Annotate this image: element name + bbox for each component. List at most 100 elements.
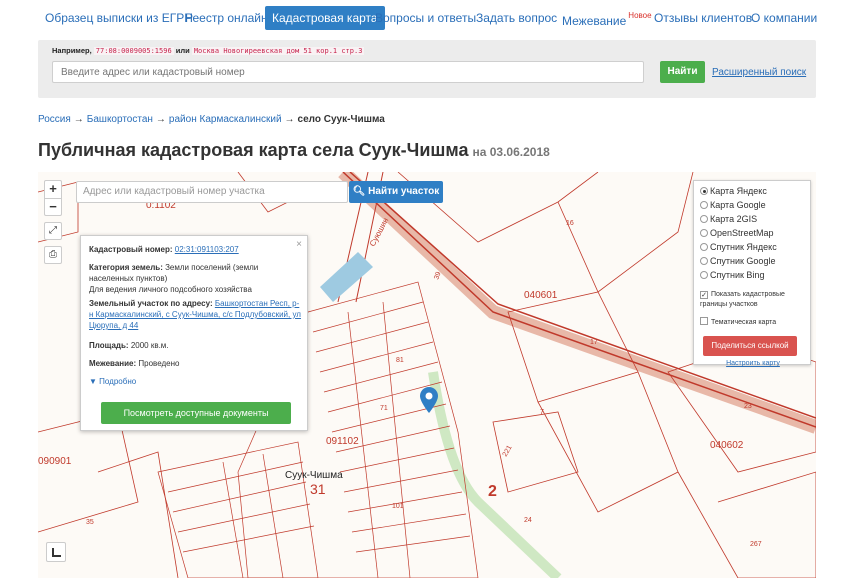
map-label-17: 17 xyxy=(590,339,598,346)
popup-address-row: Земельный участок по адресу: Башкортоста… xyxy=(89,298,301,331)
cadastral-map[interactable]: 0:1102 040601 040602 090901 091102 Суук-… xyxy=(38,172,816,578)
map-label-090901: 090901 xyxy=(38,456,72,467)
popup-more-label: Подробно xyxy=(99,377,137,386)
map-label-040601: 040601 xyxy=(524,290,558,301)
page-date: на 03.06.2018 xyxy=(472,145,550,159)
show-borders-checkbox[interactable]: ✓ Показать кадастровые границы участков xyxy=(700,289,806,309)
nav-egrn-sample[interactable]: Образец выписки из ЕГРН xyxy=(45,6,193,30)
stream xyxy=(428,371,562,578)
map-label-7: 7 xyxy=(540,409,544,416)
layer-label: Спутник Google xyxy=(710,256,776,266)
layer-yandex-satellite[interactable]: Спутник Яндекс xyxy=(700,241,777,254)
map-label-road: Суюшин xyxy=(368,216,391,248)
nav-reviews[interactable]: Отзывы клиентов xyxy=(654,6,752,30)
checkbox-icon xyxy=(700,317,708,325)
thematic-label: Тематическая карта xyxy=(711,319,777,326)
zoom-out-button[interactable]: − xyxy=(45,198,61,215)
radio-icon xyxy=(700,257,708,265)
map-label-24: 24 xyxy=(524,517,532,524)
radio-icon xyxy=(700,187,708,195)
address-search-input[interactable] xyxy=(52,61,644,83)
popup-usage: Для ведения личного подсобного хозяйства xyxy=(89,285,252,294)
breadcrumb: Россия → Башкортостан → район Кармаскалински… xyxy=(38,114,385,125)
fullscreen-icon: ⤢ xyxy=(49,225,57,236)
layer-label: Карта Яндекс xyxy=(710,186,767,196)
breadcrumb-current: село Суук-Чишма xyxy=(297,114,385,125)
radio-icon xyxy=(700,243,708,251)
popup-category-row: Категория земель: Земли поселений (земли… xyxy=(89,262,301,295)
popup-cad-link[interactable]: 02:31:091103:207 xyxy=(175,245,239,254)
map-label-040602: 040602 xyxy=(710,440,744,451)
corner-icon xyxy=(52,548,61,557)
nav-faq[interactable]: Вопросы и ответы xyxy=(375,6,476,30)
advanced-search-link[interactable]: Расширенный поиск xyxy=(712,67,806,78)
breadcrumb-sep: → xyxy=(284,114,295,125)
layer-label: Карта 2GIS xyxy=(710,214,758,224)
map-label-35: 35 xyxy=(86,519,94,526)
nav-registry-online[interactable]: Реестр онлайн xyxy=(185,6,268,30)
top-nav: Образец выписки из ЕГРН Реестр онлайн Ка… xyxy=(0,6,842,30)
popup-area-label: Площадь: xyxy=(89,341,129,350)
popup-survey-label: Межевание: xyxy=(89,359,137,368)
nav-land-survey-label: Межевание xyxy=(562,14,627,28)
breadcrumb-district[interactable]: район Кармаскалинский xyxy=(169,114,282,125)
popup-category-label: Категория земель: xyxy=(89,263,163,272)
layer-osm[interactable]: OpenStreetMap xyxy=(700,227,774,240)
radio-icon xyxy=(700,271,708,279)
caret-down-icon: ▼ xyxy=(89,377,97,386)
map-label-16: 16 xyxy=(566,220,574,227)
print-button[interactable]: ⎙ xyxy=(44,246,62,264)
map-corner-button[interactable] xyxy=(46,542,66,562)
zoom-in-button[interactable]: + xyxy=(45,181,61,198)
map-label-23: 23 xyxy=(744,403,752,410)
printer-icon: ⎙ xyxy=(49,249,57,260)
radio-icon xyxy=(700,229,708,237)
nav-cadastral-map[interactable]: Кадастровая карта xyxy=(265,6,385,30)
radio-icon xyxy=(700,201,708,209)
view-documents-button[interactable]: Посмотреть доступные документы xyxy=(101,402,291,424)
layer-2gis-map[interactable]: Карта 2GIS xyxy=(700,213,757,226)
share-link-button[interactable]: Поделиться ссылкой xyxy=(703,336,797,356)
search-panel: Например, 77:08:0009005:1596 или Москва … xyxy=(38,40,816,98)
map-label-31: 31 xyxy=(310,481,326,497)
find-parcel-button[interactable]: 🔍︎ Найти участок xyxy=(349,181,443,203)
example-or: или xyxy=(175,46,190,55)
popup-cad-row: Кадастровый номер: 02:31:091103:207 xyxy=(89,244,301,255)
breadcrumb-bashkortostan[interactable]: Башкортостан xyxy=(87,114,153,125)
layer-google-map[interactable]: Карта Google xyxy=(700,199,766,212)
zoom-control: + − xyxy=(44,180,62,216)
parcel-info-popup: × Кадастровый номер: 02:31:091103:207 Ка… xyxy=(80,235,308,431)
map-label-221: 221 xyxy=(502,444,514,458)
breadcrumb-russia[interactable]: Россия xyxy=(38,114,71,125)
page-title-text: Публичная кадастровая карта села Суук-Чи… xyxy=(38,140,469,160)
location-marker-icon[interactable] xyxy=(420,387,438,413)
layer-yandex-map[interactable]: Карта Яндекс xyxy=(700,185,767,198)
checkbox-checked-icon: ✓ xyxy=(700,291,708,299)
map-label-267: 267 xyxy=(750,541,762,548)
search-example: Например, 77:08:0009005:1596 или Москва … xyxy=(52,46,365,55)
thematic-map-checkbox[interactable]: Тематическая карта xyxy=(700,315,776,328)
popup-area-row: Площадь: 2000 кв.м. xyxy=(89,340,301,351)
map-label-2: 2 xyxy=(488,483,497,500)
example-code-2: Москва Новогиреевская дом 51 кор.1 стр.3 xyxy=(191,47,365,55)
layer-bing-satellite[interactable]: Спутник Bing xyxy=(700,269,764,282)
pond xyxy=(320,252,373,302)
breadcrumb-sep: → xyxy=(155,114,166,125)
map-label-81: 81 xyxy=(396,357,404,364)
layer-label: Спутник Bing xyxy=(710,270,765,280)
search-icon: 🔍︎ xyxy=(352,186,366,197)
search-button[interactable]: Найти xyxy=(660,61,705,83)
map-settings-link[interactable]: Настроить карту xyxy=(694,360,812,367)
map-search-input[interactable]: Адрес или кадастровый номер участка xyxy=(76,181,348,203)
layer-google-satellite[interactable]: Спутник Google xyxy=(700,255,775,268)
map-label-village: Суук-Чишма xyxy=(285,470,343,481)
new-badge: Новое xyxy=(628,11,652,20)
example-code-1: 77:08:0009005:1596 xyxy=(93,47,174,55)
nav-ask-question[interactable]: Задать вопрос xyxy=(476,6,557,30)
popup-more-link[interactable]: ▼ Подробно xyxy=(89,376,301,387)
fullscreen-button[interactable]: ⤢ xyxy=(44,222,62,240)
nav-land-survey[interactable]: Межевание Новое xyxy=(562,6,652,30)
map-label-101: 101 xyxy=(392,503,404,510)
popup-survey-row: Межевание: Проведено xyxy=(89,358,301,369)
nav-about[interactable]: О компании xyxy=(751,6,817,30)
